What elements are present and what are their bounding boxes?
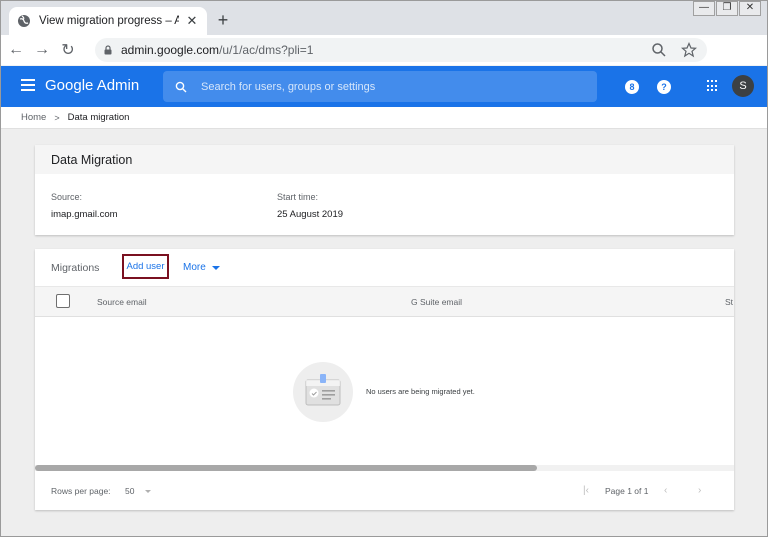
- more-button[interactable]: More: [183, 262, 220, 273]
- migration-details-card: Data Migration Source: imap.gmail.com St…: [35, 145, 734, 235]
- add-user-button[interactable]: Add user: [122, 254, 169, 279]
- search-icon: [175, 81, 187, 92]
- help-icon[interactable]: ?: [657, 80, 671, 94]
- source-label: Source:: [51, 192, 83, 202]
- back-arrow-icon[interactable]: ←: [5, 41, 27, 59]
- tab-strip: View migration progress – Admin ✕ + — ❐ …: [1, 1, 767, 35]
- column-source-email[interactable]: Source email: [97, 297, 147, 307]
- minimize-icon[interactable]: —: [693, 1, 715, 16]
- restore-icon[interactable]: ❐: [716, 1, 738, 16]
- first-page-icon[interactable]: |‹: [583, 485, 589, 496]
- table-header: Source email G Suite email St: [35, 286, 734, 317]
- table-footer: Rows per page: 50 |‹ Page 1 of 1 ‹ ›: [35, 471, 734, 510]
- account-avatar[interactable]: S: [732, 75, 754, 97]
- breadcrumb: Home > Data migration: [1, 107, 767, 129]
- bookmark-star-icon[interactable]: [681, 42, 697, 58]
- omnibox-actions: [651, 42, 697, 58]
- breadcrumb-home[interactable]: Home: [21, 112, 46, 123]
- reload-icon[interactable]: ↻: [57, 40, 79, 60]
- migrations-card: Migrations Add user More Source email G …: [35, 249, 734, 510]
- lock-icon: [104, 45, 112, 55]
- address-bar[interactable]: admin.google.com /u/1/ac/dms?pli=1: [95, 38, 707, 62]
- tab-close-icon[interactable]: ✕: [185, 13, 199, 29]
- browser-tab[interactable]: View migration progress – Admin ✕: [9, 7, 207, 35]
- browser-toolbar: ← → ↻ admin.google.com /u/1/ac/dms?pli=1…: [1, 35, 767, 93]
- main-content: Data Migration Source: imap.gmail.com St…: [1, 129, 767, 536]
- card-header: Data Migration: [35, 145, 734, 174]
- apps-grid-icon[interactable]: [707, 80, 719, 92]
- notification-badge-icon[interactable]: 8: [625, 80, 639, 94]
- search-bar[interactable]: [163, 71, 597, 102]
- more-label: More: [183, 262, 206, 273]
- chevron-right-icon: >: [54, 112, 60, 123]
- next-page-icon[interactable]: ›: [698, 485, 701, 496]
- previous-page-icon[interactable]: ‹: [664, 485, 667, 496]
- breadcrumb-current: Data migration: [67, 112, 130, 123]
- menu-icon[interactable]: [21, 79, 35, 91]
- search-input[interactable]: [201, 80, 581, 93]
- url-host: admin.google.com: [121, 43, 220, 57]
- rows-dropdown-caret-icon[interactable]: [145, 490, 151, 493]
- empty-state-message: No users are being migrated yet.: [366, 387, 475, 396]
- zoom-icon[interactable]: [651, 42, 667, 58]
- browser-window: View migration progress – Admin ✕ + — ❐ …: [0, 0, 768, 537]
- forward-arrow-icon[interactable]: →: [31, 41, 53, 59]
- empty-state-illustration: [293, 362, 353, 422]
- rows-per-page-select[interactable]: 50: [125, 486, 134, 496]
- tab-title: View migration progress – Admin: [39, 15, 179, 27]
- rows-per-page-label: Rows per page:: [51, 486, 111, 496]
- url-path: /u/1/ac/dms?pli=1: [219, 43, 314, 57]
- close-window-icon[interactable]: ✕: [739, 1, 761, 16]
- page-info: Page 1 of 1: [605, 486, 649, 496]
- globe-icon: [18, 15, 30, 27]
- column-status[interactable]: St: [725, 297, 733, 307]
- id-card-icon: [305, 374, 341, 406]
- column-gsuite-email[interactable]: G Suite email: [411, 297, 462, 307]
- window-controls: — ❐ ✕: [692, 1, 761, 16]
- start-time-label: Start time:: [277, 192, 319, 202]
- source-value: imap.gmail.com: [51, 209, 118, 220]
- dropdown-caret-icon: [211, 265, 220, 270]
- select-all-checkbox[interactable]: [56, 294, 70, 308]
- start-time-value: 25 August 2019: [277, 209, 344, 220]
- new-tab-button[interactable]: +: [215, 11, 231, 29]
- migrations-title: Migrations: [51, 262, 100, 274]
- brand-logo[interactable]: Google Admin: [45, 77, 139, 94]
- admin-header: Google Admin 8 ? S: [1, 66, 767, 107]
- page-title: Data Migration: [51, 152, 133, 167]
